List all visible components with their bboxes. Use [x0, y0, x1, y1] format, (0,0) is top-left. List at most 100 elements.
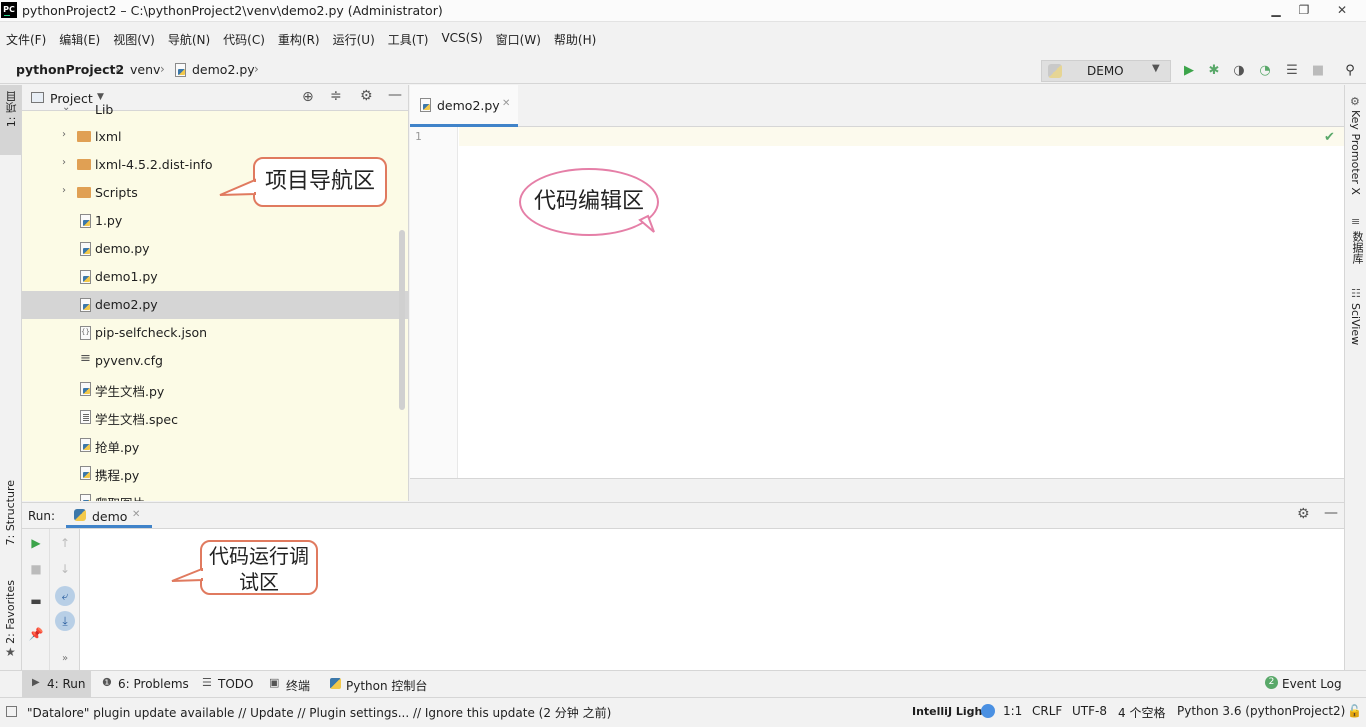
tool-tab-terminal[interactable]: ▣ 终端	[269, 671, 319, 697]
theme-indicator-icon	[981, 704, 995, 718]
tree-row[interactable]: ⌄ Lib	[22, 96, 408, 124]
menu-file[interactable]: 文件(F)	[6, 27, 52, 51]
event-log-tab[interactable]: 2 Event Log	[1265, 671, 1345, 697]
menu-run[interactable]: 运行(U)	[333, 27, 381, 51]
file-encoding[interactable]: UTF-8	[1072, 704, 1107, 718]
tree-row[interactable]: pip-selfcheck.json	[22, 319, 408, 347]
gear-icon[interactable]: ⚙	[1297, 506, 1310, 522]
chevron-right-icon: ›	[160, 62, 165, 76]
callout-text-line1: 代码运行调	[209, 544, 309, 568]
tab-demo[interactable]: demo ✕	[66, 503, 152, 528]
tree-row[interactable]: 学生文档.spec	[22, 403, 408, 431]
run-panel-header: Run: demo ✕ ⚙ —	[22, 502, 1344, 529]
concurrency-icon[interactable]: ☰	[1283, 62, 1301, 80]
breadcrumb-folder[interactable]: venv	[130, 62, 160, 77]
tree-row[interactable]: 携程.py	[22, 459, 408, 487]
indent-setting[interactable]: 4 个空格	[1118, 704, 1165, 721]
menu-edit[interactable]: 编辑(E)	[59, 27, 106, 51]
close-tab-icon[interactable]: ✕	[132, 509, 140, 520]
hide-panel-icon[interactable]: —	[1324, 505, 1338, 521]
tree-label: lxml	[95, 129, 122, 144]
structure-tool-tab[interactable]: 7: Structure	[4, 480, 17, 545]
lock-icon[interactable]: 🔓	[1347, 704, 1362, 718]
tree-row[interactable]: demo1.py	[22, 263, 408, 291]
cursor-position[interactable]: 1:1	[1003, 704, 1022, 718]
menu-refactor[interactable]: 重构(R)	[278, 27, 326, 51]
soft-wrap-icon[interactable]: ⤶	[55, 586, 75, 606]
chevron-right-icon[interactable]: ›	[62, 185, 66, 196]
status-message[interactable]: "Datalore" plugin update available // Up…	[27, 704, 611, 721]
python-file-icon	[175, 63, 186, 77]
tool-tab-label: 6: Problems	[118, 677, 189, 691]
close-tab-icon[interactable]: ✕	[502, 98, 510, 109]
chevron-right-icon[interactable]: ›	[62, 157, 66, 168]
theme-label[interactable]: IntelliJ Light	[912, 705, 988, 718]
tree-row-selected[interactable]: demo2.py	[22, 291, 408, 319]
pin-icon[interactable]: 📌	[26, 624, 46, 644]
run-label: Run:	[28, 509, 56, 523]
more-icon[interactable]: »	[55, 649, 75, 669]
chevron-down-icon: ▼	[1152, 63, 1160, 74]
menu-code[interactable]: 代码(C)	[223, 27, 271, 51]
play-icon: ▶	[32, 677, 40, 688]
right-tool-stripe: ⚙ Key Promoter X ≡ 数据库 ☷ SciView	[1344, 85, 1366, 670]
panel-toggle-icon[interactable]	[6, 706, 17, 717]
tree-label: pyvenv.cfg	[95, 353, 163, 368]
key-promoter-tab[interactable]: Key Promoter X	[1349, 110, 1362, 195]
stop-icon[interactable]: ■	[26, 559, 46, 579]
breadcrumb-file[interactable]: demo2.py	[192, 62, 255, 77]
python-config-icon	[1048, 64, 1062, 78]
database-tab[interactable]: 数据库	[1349, 231, 1365, 264]
menu-view[interactable]: 视图(V)	[113, 27, 161, 51]
search-icon[interactable]: ⚲	[1341, 62, 1359, 80]
tree-row[interactable]: 1.py	[22, 207, 408, 235]
scroll-to-end-icon[interactable]: ⤓	[55, 611, 75, 631]
restore-icon[interactable]: ❐	[1290, 0, 1318, 20]
arrow-up-icon[interactable]: ↑	[55, 533, 75, 553]
favorites-tool-tab[interactable]: 2: Favorites	[4, 580, 17, 644]
tree-label: demo2.py	[95, 297, 158, 312]
profile-icon[interactable]: ◔	[1256, 62, 1274, 80]
tree-row[interactable]: › lxml	[22, 123, 408, 151]
debug-icon[interactable]: ✱	[1205, 62, 1223, 80]
run-configuration-dropdown[interactable]: DEMO ▼	[1041, 60, 1171, 82]
menu-vcs[interactable]: VCS(S)	[441, 27, 488, 51]
menu-help[interactable]: 帮助(H)	[554, 27, 602, 51]
tree-row[interactable]: 学生文档.py	[22, 375, 408, 403]
stop-icon[interactable]: ■	[1309, 62, 1327, 80]
tool-tab-todo[interactable]: ☰ TODO	[202, 671, 262, 697]
menu-tools[interactable]: 工具(T)	[388, 27, 435, 51]
project-tool-tab[interactable]: 1: 项目	[0, 85, 21, 155]
tree-row[interactable]: 爬取图片.py	[22, 487, 408, 501]
arrow-down-icon[interactable]: ↓	[55, 559, 75, 579]
layout-icon[interactable]: ▬	[26, 591, 46, 611]
tree-row[interactable]: pyvenv.cfg	[22, 347, 408, 375]
tab-demo2-py[interactable]: demo2.py ✕	[410, 85, 518, 127]
coverage-icon[interactable]: ◑	[1230, 62, 1248, 80]
tool-tab-python-console[interactable]: Python 控制台	[330, 671, 440, 697]
scrollbar[interactable]	[399, 230, 405, 410]
tool-tab-problems[interactable]: ❶ 6: Problems	[102, 671, 192, 697]
callout-text: 代码编辑区	[533, 189, 644, 214]
close-icon[interactable]: ✕	[1328, 0, 1356, 20]
chevron-right-icon[interactable]: ›	[62, 129, 66, 140]
sciview-tab[interactable]: SciView	[1349, 303, 1362, 345]
tool-tab-run[interactable]: ▶ 4: Run	[22, 671, 91, 697]
menu-navigate[interactable]: 导航(N)	[168, 27, 216, 51]
run-icon[interactable]: ▶	[1180, 62, 1198, 80]
json-file-icon	[80, 326, 91, 340]
breadcrumb-project[interactable]: pythonProject2	[16, 62, 124, 77]
minimize-icon[interactable]: ▁	[1262, 0, 1290, 20]
tree-label: 学生文档.spec	[95, 412, 178, 427]
rerun-icon[interactable]: ▶	[26, 533, 46, 553]
tree-label: demo.py	[95, 241, 150, 256]
chevron-down-icon[interactable]: ⌄	[62, 102, 70, 113]
menu-window[interactable]: 窗口(W)	[496, 27, 547, 51]
tree-row[interactable]: demo.py	[22, 235, 408, 263]
tree-label: lxml-4.5.2.dist-info	[95, 157, 213, 172]
spec-file-icon	[80, 410, 91, 424]
tree-row[interactable]: 抢单.py	[22, 431, 408, 459]
folder-icon	[77, 131, 91, 142]
python-interpreter[interactable]: Python 3.6 (pythonProject2)	[1177, 704, 1345, 718]
line-separator[interactable]: CRLF	[1032, 704, 1062, 718]
